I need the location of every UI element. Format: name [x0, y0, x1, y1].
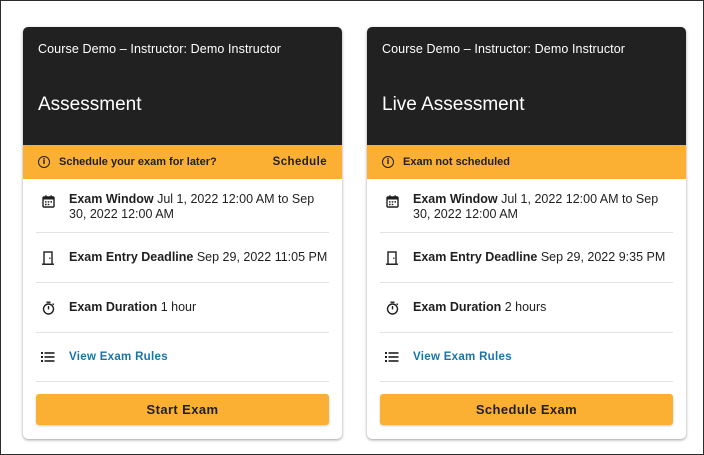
rules-row: View Exam Rules [36, 333, 329, 382]
schedule-exam-button[interactable]: Schedule Exam [380, 394, 673, 425]
card-header: Course Demo – Instructor: Demo Instructo… [367, 27, 686, 145]
entry-deadline-row: Exam Entry Deadline Sep 29, 2022 11:05 P… [36, 233, 329, 283]
entry-deadline-label: Exam Entry Deadline [413, 250, 538, 264]
info-icon: i [382, 156, 394, 168]
exam-window-row: Exam Window Jul 1, 2022 12:00 AM to Sep … [36, 179, 329, 233]
duration-row: Exam Duration 2 hours [380, 283, 673, 333]
view-exam-rules-link[interactable]: View Exam Rules [413, 350, 512, 365]
banner-text: Schedule your exam for later? [59, 156, 217, 168]
exam-card-assessment: Course Demo – Instructor: Demo Instructo… [23, 27, 342, 439]
start-exam-button[interactable]: Start Exam [36, 394, 329, 425]
exam-window-label: Exam Window [413, 192, 498, 206]
stopwatch-icon [385, 301, 399, 315]
card-header: Course Demo – Instructor: Demo Instructo… [23, 27, 342, 145]
calendar-icon [41, 195, 55, 208]
entry-deadline-label: Exam Entry Deadline [69, 250, 194, 264]
view-exam-rules-link[interactable]: View Exam Rules [69, 350, 168, 365]
course-name: Course Demo – Instructor: Demo Instructo… [382, 42, 626, 56]
entry-deadline-value: Sep 29, 2022 11:05 PM [196, 250, 328, 264]
exam-window-row: Exam Window Jul 1, 2022 12:00 AM to Sep … [380, 179, 673, 233]
door-icon [385, 250, 399, 265]
list-icon [41, 351, 55, 363]
duration-row: Exam Duration 1 hour [36, 283, 329, 333]
rules-row: View Exam Rules [380, 333, 673, 382]
stopwatch-icon [41, 301, 55, 315]
duration-value: 2 hours [504, 300, 547, 314]
exam-details: Exam Window Jul 1, 2022 12:00 AM to Sep … [367, 179, 686, 382]
exam-title: Assessment [38, 94, 142, 115]
exam-title: Live Assessment [382, 94, 525, 115]
info-icon: i [38, 156, 50, 168]
list-icon [385, 351, 399, 363]
calendar-icon [385, 195, 399, 208]
duration-label: Exam Duration [413, 300, 502, 314]
not-scheduled-banner: i Exam not scheduled [367, 145, 686, 179]
exam-details: Exam Window Jul 1, 2022 12:00 AM to Sep … [23, 179, 342, 382]
course-name: Course Demo – Instructor: Demo Instructo… [38, 42, 282, 56]
banner-text: Exam not scheduled [403, 156, 510, 168]
door-icon [41, 250, 55, 265]
schedule-banner: i Schedule your exam for later? Schedule [23, 145, 342, 179]
schedule-link[interactable]: Schedule [273, 156, 327, 168]
entry-deadline-row: Exam Entry Deadline Sep 29, 2022 9:35 PM [380, 233, 673, 283]
duration-label: Exam Duration [69, 300, 158, 314]
entry-deadline-value: Sep 29, 2022 9:35 PM [540, 250, 666, 264]
exam-card-live-assessment: Course Demo – Instructor: Demo Instructo… [367, 27, 686, 439]
exam-window-label: Exam Window [69, 192, 154, 206]
duration-value: 1 hour [160, 300, 197, 314]
